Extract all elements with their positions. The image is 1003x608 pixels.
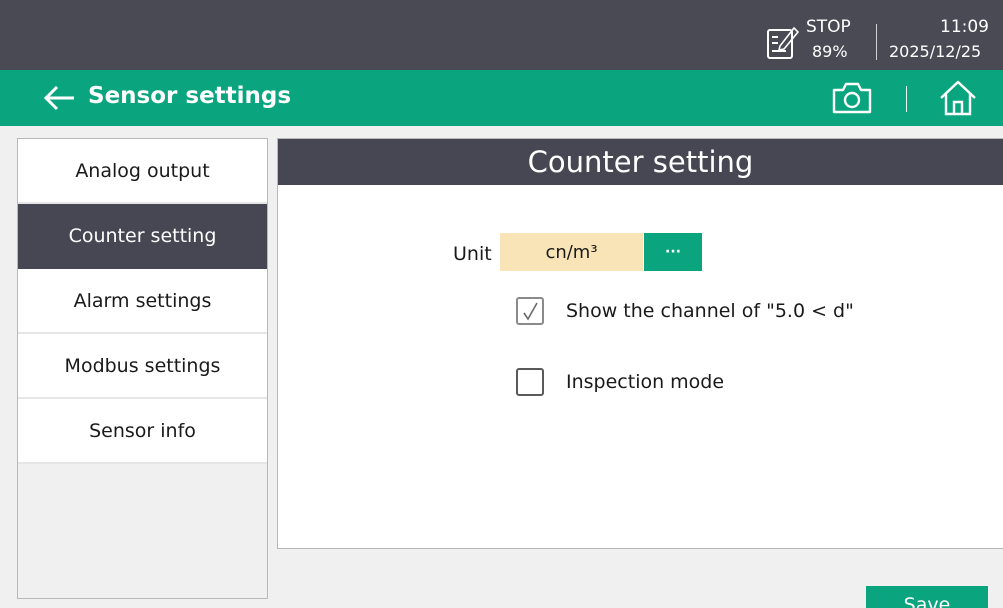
unit-value: cn/m³	[545, 241, 598, 263]
unit-field[interactable]: cn/m³	[500, 233, 643, 271]
show-channel-checkbox[interactable]	[516, 297, 544, 325]
sidebar-item-label: Sensor info	[89, 419, 196, 442]
title-divider	[906, 86, 907, 112]
sidebar-item-analog-output[interactable]: Analog output	[18, 139, 267, 204]
title-bar: Sensor settings	[0, 70, 1003, 126]
unit-select-button[interactable]: ···	[644, 233, 702, 271]
sidebar: Analog output Counter setting Alarm sett…	[17, 138, 268, 599]
battery-level: 89%	[812, 42, 848, 61]
sidebar-item-label: Modbus settings	[64, 354, 221, 377]
more-icon: ···	[665, 244, 681, 260]
show-channel-label[interactable]: Show the channel of "5.0 < d"	[566, 300, 854, 322]
sidebar-item-sensor-info[interactable]: Sensor info	[18, 399, 267, 464]
arrow-left-icon[interactable]	[42, 83, 76, 113]
check-icon	[523, 302, 538, 321]
page-title: Sensor settings	[88, 83, 292, 109]
sidebar-item-counter-setting[interactable]: Counter setting	[18, 204, 267, 269]
sidebar-item-label: Alarm settings	[73, 289, 212, 312]
clock-time: 11:09	[940, 17, 989, 37]
save-label: Save	[903, 594, 951, 608]
inspection-mode-label[interactable]: Inspection mode	[566, 371, 724, 393]
counter-setting-panel: Counter setting Unit cn/m³ ··· Show the …	[277, 138, 1003, 549]
sidebar-item-label: Counter setting	[68, 224, 217, 247]
record-edit-icon	[767, 26, 800, 59]
run-status: STOP	[806, 17, 851, 37]
save-button[interactable]: Save	[866, 586, 988, 608]
sidebar-item-label: Analog output	[75, 159, 210, 182]
status-bar: STOP 89% 11:09 2025/12/25	[0, 0, 1003, 70]
panel-title: Counter setting	[278, 139, 1003, 185]
inspection-mode-checkbox[interactable]	[516, 368, 544, 396]
camera-icon[interactable]	[830, 80, 874, 116]
sidebar-item-alarm-settings[interactable]: Alarm settings	[18, 269, 267, 334]
clock-date: 2025/12/25	[889, 42, 982, 61]
status-divider	[876, 24, 877, 60]
home-icon[interactable]	[936, 78, 980, 118]
unit-label: Unit	[453, 243, 492, 265]
sidebar-item-modbus-settings[interactable]: Modbus settings	[18, 334, 267, 399]
